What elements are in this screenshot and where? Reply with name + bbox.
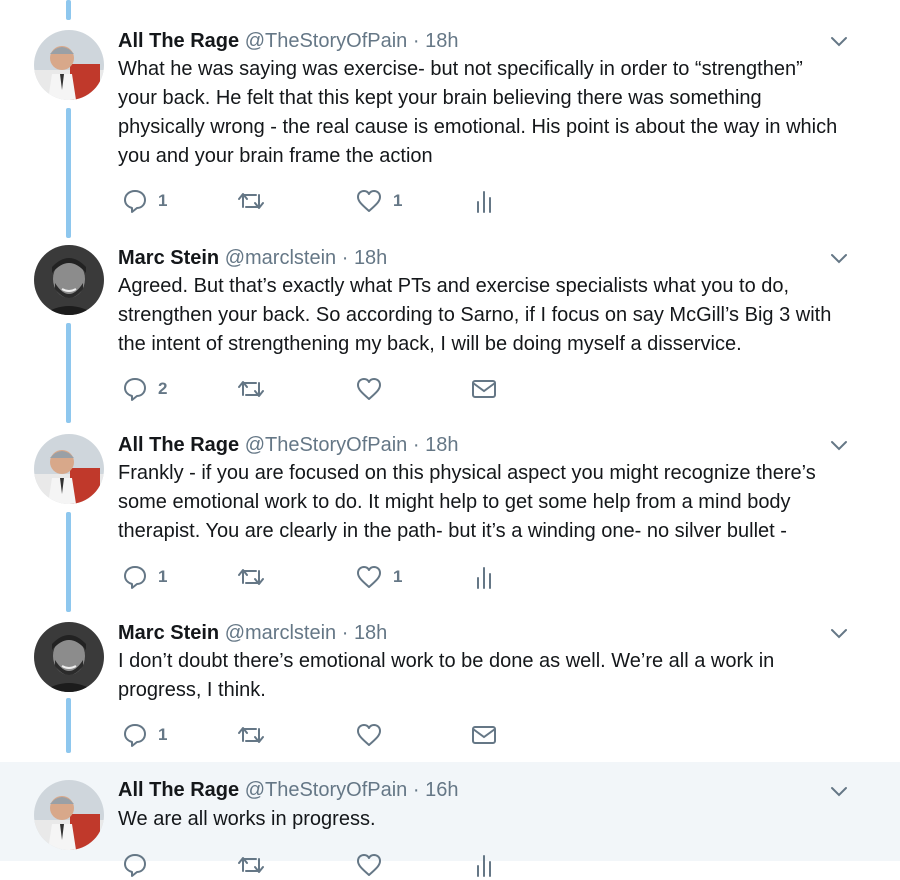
avatar-all-the-rage[interactable] xyxy=(34,30,104,100)
like-button[interactable] xyxy=(355,720,393,750)
reply-count: 1 xyxy=(158,725,168,744)
heart-icon xyxy=(357,190,381,212)
separator-dot: · xyxy=(336,247,354,269)
display-name[interactable]: Marc Stein xyxy=(118,247,219,269)
timestamp[interactable]: 18h xyxy=(425,30,458,52)
avatar-all-the-rage[interactable] xyxy=(34,780,104,850)
retweet-icon xyxy=(238,381,264,397)
like-count: 1 xyxy=(393,567,403,586)
reply-icon xyxy=(124,190,146,213)
analytics-button[interactable] xyxy=(472,850,496,880)
reply-count: 2 xyxy=(158,379,168,398)
analytics-button[interactable] xyxy=(472,186,496,216)
like-button[interactable]: 1 xyxy=(355,562,402,592)
display-name[interactable]: Marc Stein xyxy=(118,622,219,644)
like-button[interactable] xyxy=(355,374,393,404)
retweet-button[interactable] xyxy=(236,562,276,592)
analytics-button[interactable] xyxy=(472,562,496,592)
tweet-header: Marc Stein @marclstein · 18h xyxy=(118,620,387,646)
tweet[interactable]: All The Rage @TheStoryOfPain · 18h What … xyxy=(0,28,900,228)
tweet-text: Agreed. But that’s exactly what PTs and … xyxy=(118,275,832,355)
retweet-button[interactable] xyxy=(236,720,276,750)
thread-line xyxy=(66,0,71,20)
reply-button[interactable]: 2 xyxy=(122,374,167,404)
reply-icon xyxy=(124,854,146,877)
retweet-icon xyxy=(238,569,264,585)
retweet-button[interactable] xyxy=(236,374,276,404)
avatar-marc-stein[interactable] xyxy=(34,245,104,315)
envelope-icon xyxy=(472,380,496,398)
tweet-text: I don’t doubt there’s emotional work to … xyxy=(118,650,775,701)
user-handle[interactable]: @TheStoryOfPain xyxy=(245,434,408,456)
avatar-image xyxy=(34,30,104,100)
reply-count: 1 xyxy=(158,191,168,210)
like-button[interactable] xyxy=(355,850,383,880)
analytics-icon xyxy=(477,855,491,877)
timestamp[interactable]: 18h xyxy=(354,247,387,269)
retweet-icon xyxy=(238,727,264,743)
separator-dot: · xyxy=(407,30,426,52)
user-handle[interactable]: @TheStoryOfPain xyxy=(245,30,408,52)
analytics-icon xyxy=(477,567,491,589)
user-handle[interactable]: @marclstein xyxy=(225,622,336,644)
direct-message-button[interactable] xyxy=(470,374,498,404)
avatar-image xyxy=(34,780,104,850)
avatar-image xyxy=(34,434,104,504)
chevron-down-icon[interactable] xyxy=(826,32,852,50)
chevron-down-icon[interactable] xyxy=(826,624,852,642)
avatar-image xyxy=(34,245,104,315)
display-name[interactable]: All The Rage xyxy=(118,779,239,801)
chevron-down-icon[interactable] xyxy=(826,782,852,800)
tweet-focused[interactable]: All The Rage @TheStoryOfPain · 16h We ar… xyxy=(0,762,900,877)
tweet-text: What he was saying was exercise- but not… xyxy=(118,58,838,167)
tweet-text: Frankly - if you are focused on this phy… xyxy=(118,462,816,542)
reply-count: 1 xyxy=(158,567,168,586)
tweet[interactable]: All The Rage @TheStoryOfPain · 18h Frank… xyxy=(0,432,900,602)
reply-button[interactable]: 1 xyxy=(122,562,167,592)
retweet-icon xyxy=(238,193,264,209)
like-button[interactable]: 1 xyxy=(355,186,402,216)
chevron-down-icon[interactable] xyxy=(826,249,852,267)
heart-icon xyxy=(357,566,381,588)
heart-icon xyxy=(357,724,381,746)
direct-message-button[interactable] xyxy=(470,720,498,750)
analytics-icon xyxy=(477,191,491,213)
separator-dot: · xyxy=(407,434,426,456)
reply-button[interactable]: 1 xyxy=(122,720,167,750)
like-count: 1 xyxy=(393,191,403,210)
reply-icon xyxy=(124,724,146,747)
reply-icon xyxy=(124,378,146,401)
tweet-text: We are all works in progress. xyxy=(118,808,376,830)
display-name[interactable]: All The Rage xyxy=(118,434,239,456)
user-handle[interactable]: @marclstein xyxy=(225,247,336,269)
separator-dot: · xyxy=(407,779,426,801)
avatar-all-the-rage[interactable] xyxy=(34,434,104,504)
avatar-marc-stein[interactable] xyxy=(34,622,104,692)
user-handle[interactable]: @TheStoryOfPain xyxy=(245,779,408,801)
chevron-down-icon[interactable] xyxy=(826,436,852,454)
reply-icon xyxy=(124,566,146,589)
tweet[interactable]: Marc Stein @marclstein · 18h Agreed. But… xyxy=(0,245,900,415)
timestamp[interactable]: 16h xyxy=(425,779,458,801)
heart-icon xyxy=(357,378,381,400)
heart-icon xyxy=(357,854,381,876)
tweet[interactable]: Marc Stein @marclstein · 18h I don’t dou… xyxy=(0,620,900,755)
retweet-icon xyxy=(238,857,264,873)
timestamp[interactable]: 18h xyxy=(425,434,458,456)
separator-dot: · xyxy=(336,622,354,644)
retweet-button[interactable] xyxy=(236,186,276,216)
tweet-header: Marc Stein @marclstein · 18h xyxy=(118,245,387,271)
avatar-image xyxy=(34,622,104,692)
tweet-header: All The Rage @TheStoryOfPain · 18h xyxy=(118,28,458,54)
display-name[interactable]: All The Rage xyxy=(118,30,239,52)
envelope-icon xyxy=(472,726,496,744)
timestamp[interactable]: 18h xyxy=(354,622,387,644)
reply-button[interactable] xyxy=(122,850,148,880)
tweet-header: All The Rage @TheStoryOfPain · 18h xyxy=(118,432,458,458)
retweet-button[interactable] xyxy=(236,850,266,880)
reply-button[interactable]: 1 xyxy=(122,186,167,216)
tweet-header: All The Rage @TheStoryOfPain · 16h xyxy=(118,777,458,803)
